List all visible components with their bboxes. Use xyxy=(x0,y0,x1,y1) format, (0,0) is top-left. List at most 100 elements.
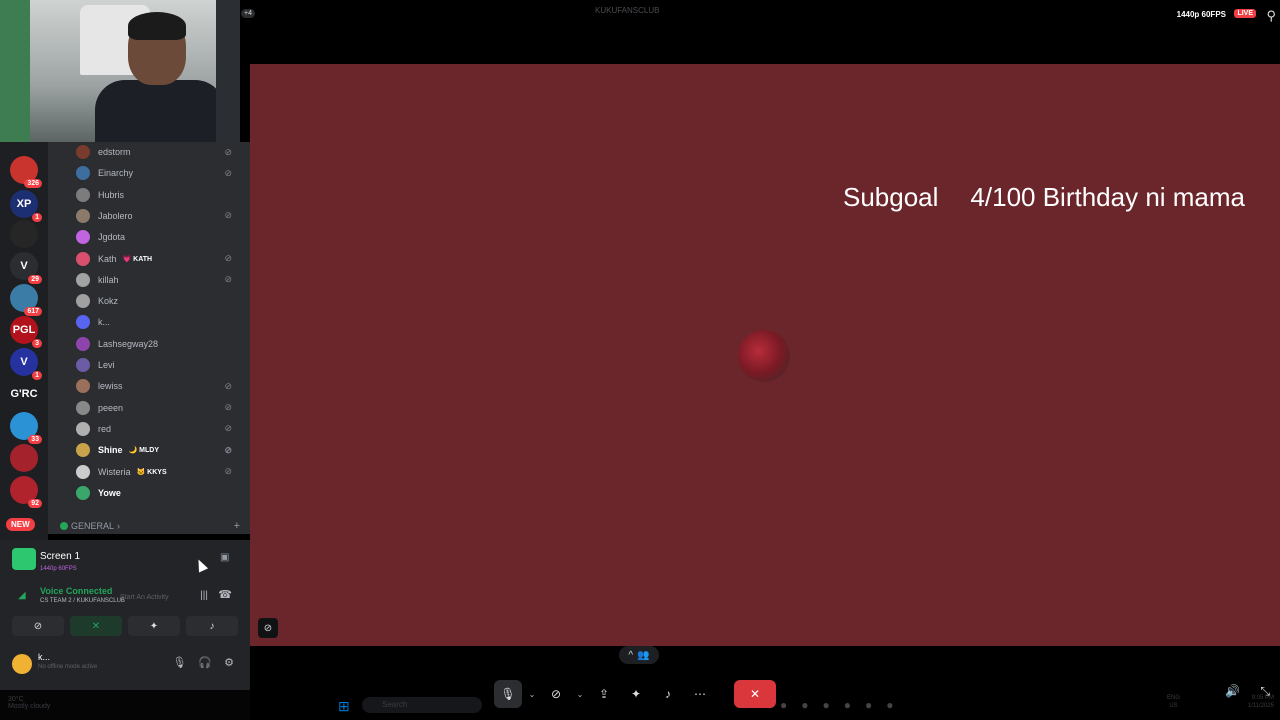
member-item[interactable]: Jabolero ⊘ xyxy=(76,207,244,225)
activities-button[interactable]: ✦ xyxy=(128,616,180,636)
member-item[interactable]: k... xyxy=(76,313,244,331)
volume-icon[interactable]: 🔊 xyxy=(1225,684,1240,698)
subgoal-text: Subgoal 4/100 Birthday ni mama xyxy=(843,182,1245,213)
avatar xyxy=(76,294,90,309)
user-panel: k... No offline mode active 🎙 🎧 ⚙ xyxy=(12,650,238,678)
chevron-up-icon: ^ xyxy=(628,649,634,661)
member-name: Kath xyxy=(98,253,117,264)
voice-channel-label[interactable]: CS TEAM 2 / KUKUFANSCLUB xyxy=(40,598,125,604)
app-icon[interactable]: ● xyxy=(865,698,872,712)
server-icon[interactable]: 617 xyxy=(10,284,42,316)
muted-icon: ⊘ xyxy=(258,618,278,638)
server-icon[interactable]: 92 xyxy=(10,476,42,508)
expand-participants-button[interactable]: ^ 👥 xyxy=(619,646,659,664)
speaker-avatar xyxy=(738,330,790,382)
status-dot-icon xyxy=(60,522,68,530)
people-icon: 👥 xyxy=(637,649,650,661)
stop-share-button[interactable]: ✕ xyxy=(70,616,122,636)
leave-call-button[interactable]: ✕ xyxy=(734,680,776,708)
weather-widget[interactable]: 30°C Mostly cloudy xyxy=(8,696,50,710)
member-item[interactable]: Kokz xyxy=(76,292,244,310)
muted-icon: ⊘ xyxy=(224,253,232,263)
member-name: killah xyxy=(98,274,119,285)
member-item[interactable]: lewiss ⊘ xyxy=(76,377,244,395)
mic-button[interactable]: 🎙 xyxy=(494,680,522,708)
app-icon[interactable]: ● xyxy=(886,698,893,712)
member-name: Levi xyxy=(98,360,115,370)
server-icon[interactable]: G'RC xyxy=(10,380,38,408)
taskbar-search[interactable]: Search xyxy=(362,697,482,713)
unread-badge: 92 xyxy=(28,499,42,508)
member-item[interactable]: Wisteria 🐱 KKYS ⊘ xyxy=(76,463,244,481)
member-item[interactable]: Hubris xyxy=(76,186,244,204)
member-item[interactable]: Kath 💗 KATH ⊘ xyxy=(76,250,244,268)
add-channel-icon[interactable]: + xyxy=(234,520,240,532)
member-item[interactable]: peeen ⊘ xyxy=(76,399,244,417)
screen-thumbnail xyxy=(12,548,36,570)
camera-options-caret[interactable]: ⌄ xyxy=(574,680,586,708)
unread-badge: 1 xyxy=(32,213,42,222)
server-label: V xyxy=(20,260,28,272)
mic-options-caret[interactable]: ⌄ xyxy=(526,680,538,708)
voice-buttons: ⊘ ✕ ✦ ♪ xyxy=(12,616,238,636)
server-icon[interactable] xyxy=(10,444,38,472)
app-icon[interactable]: ● xyxy=(801,698,808,712)
more-options-icon[interactable]: ⋯ xyxy=(686,680,714,708)
more-participants-badge[interactable]: +4 xyxy=(241,9,255,18)
member-item[interactable]: Yowe xyxy=(76,484,244,502)
server-icon[interactable] xyxy=(10,220,38,248)
muted-icon: ⊘ xyxy=(224,423,232,434)
avatar xyxy=(76,464,90,479)
share-screen-icon[interactable]: ⇪ xyxy=(590,680,618,708)
stop-stream-icon[interactable]: ▣ xyxy=(220,552,232,564)
avatar xyxy=(76,379,90,394)
activities-icon[interactable]: ✦ xyxy=(622,680,650,708)
avatar[interactable] xyxy=(12,654,32,674)
signal-icon[interactable]: ◢ xyxy=(18,590,26,601)
member-name: Kokz xyxy=(98,296,119,307)
member-item[interactable]: Shine 🌙 MLDY ⊘ xyxy=(76,441,244,459)
screen-title: Screen 1 xyxy=(40,551,81,562)
windows-start-icon[interactable]: ⊞ xyxy=(338,698,350,715)
server-icon[interactable]: 326 xyxy=(10,156,42,188)
member-item[interactable]: Jgdota xyxy=(76,228,244,246)
member-name: red xyxy=(98,423,112,434)
disconnect-icon[interactable]: ☎ xyxy=(218,588,232,601)
stream-stage[interactable]: Subgoal 4/100 Birthday ni mama ⊘ xyxy=(250,64,1280,646)
muted-icon: ⊘ xyxy=(224,444,232,455)
headphones-icon[interactable]: 🎧 xyxy=(198,656,212,669)
server-icon[interactable]: PGL 3 xyxy=(10,316,42,348)
avatar xyxy=(76,230,90,245)
server-icon[interactable]: XP 1 xyxy=(10,190,42,222)
exit-fullscreen-icon[interactable]: ⤡ xyxy=(1260,684,1270,699)
chevron-right-icon: › xyxy=(117,521,121,531)
member-item[interactable]: edstorm ⊘ xyxy=(76,143,244,161)
user-name[interactable]: k... xyxy=(38,652,50,662)
mic-icon[interactable]: 🎙 xyxy=(172,656,186,669)
category-general[interactable]: GENERAL › + xyxy=(60,520,240,532)
member-item[interactable]: Lashsegway28 xyxy=(76,335,244,353)
member-item[interactable]: Einarchy ⊘ xyxy=(76,164,244,182)
camera-off-button[interactable]: ⊘ xyxy=(12,616,64,636)
server-icon[interactable]: V1 xyxy=(10,348,42,380)
gear-icon[interactable]: ⚙ xyxy=(224,656,234,669)
stream-quality: 1440p 60FPS xyxy=(1176,10,1226,19)
app-icon[interactable]: ● xyxy=(844,698,851,712)
soundboard-icon[interactable]: ♪ xyxy=(654,680,682,708)
server-icon[interactable]: 33 xyxy=(10,412,42,444)
member-item[interactable]: killah ⊘ xyxy=(76,271,244,289)
noise-suppression-icon[interactable]: ||| xyxy=(200,590,208,601)
language-indicator[interactable]: ENG US xyxy=(1167,694,1180,710)
avatar xyxy=(76,485,90,500)
spotify-icon[interactable]: ● xyxy=(823,698,830,712)
member-item[interactable]: red ⊘ xyxy=(76,420,244,438)
camera-off-icon[interactable]: ⊘ xyxy=(542,680,570,708)
voice-connected-label[interactable]: Voice Connected xyxy=(40,586,112,596)
server-icon[interactable]: V 29 xyxy=(10,252,42,284)
muted-icon: ⊘ xyxy=(224,466,232,476)
muted-icon: ⊘ xyxy=(224,167,232,178)
person-icon[interactable]: ⚲ xyxy=(1266,8,1276,24)
soundboard-button[interactable]: ♪ xyxy=(186,616,238,636)
member-name: edstorm xyxy=(98,147,131,157)
member-item[interactable]: Levi xyxy=(76,356,244,374)
